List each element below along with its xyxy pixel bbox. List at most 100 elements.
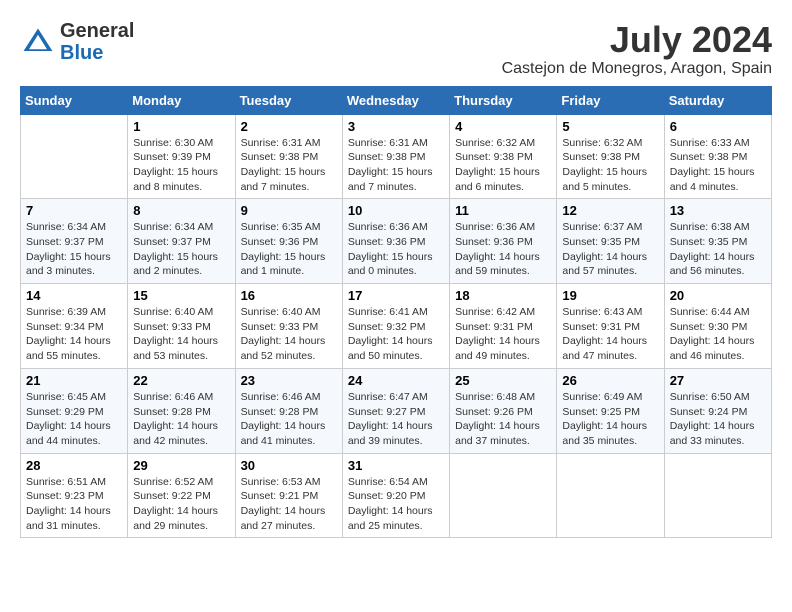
- day-number: 14: [26, 288, 122, 303]
- day-number: 20: [670, 288, 766, 303]
- day-number: 26: [562, 373, 658, 388]
- day-info: Sunrise: 6:35 AM Sunset: 9:36 PM Dayligh…: [241, 220, 337, 279]
- calendar-cell: 28Sunrise: 6:51 AM Sunset: 9:23 PM Dayli…: [21, 453, 128, 538]
- day-number: 27: [670, 373, 766, 388]
- page-header: General Blue July 2024 Castejon de Moneg…: [20, 20, 772, 78]
- calendar-cell: 7Sunrise: 6:34 AM Sunset: 9:37 PM Daylig…: [21, 199, 128, 284]
- calendar-cell: 17Sunrise: 6:41 AM Sunset: 9:32 PM Dayli…: [342, 284, 449, 369]
- calendar-cell: 1 Sunrise: 6:30 AM Sunset: 9:39 PM Daylig…: [128, 114, 235, 199]
- weekday-header-wednesday: Wednesday: [342, 86, 449, 114]
- day-info: Sunrise: 6:34 AM Sunset: 9:37 PM Dayligh…: [26, 220, 122, 279]
- day-info: Sunrise: 6:38 AM Sunset: 9:35 PM Dayligh…: [670, 220, 766, 279]
- day-number: 11: [455, 203, 551, 218]
- calendar-cell: 9 Sunrise: 6:35 AM Sunset: 9:36 PM Daylig…: [235, 199, 342, 284]
- calendar-cell: 22Sunrise: 6:46 AM Sunset: 9:28 PM Dayli…: [128, 368, 235, 453]
- calendar-cell: 16 Sunrise: 6:40 AM Sunset: 9:33 PM Dayli…: [235, 284, 342, 369]
- calendar-cell: 4 Sunrise: 6:32 AM Sunset: 9:38 PM Daylig…: [450, 114, 557, 199]
- day-number: 6: [670, 119, 766, 134]
- day-info: Sunrise: 6:37 AM Sunset: 9:35 PM Dayligh…: [562, 220, 658, 279]
- calendar-table: SundayMondayTuesdayWednesdayThursdayFrid…: [20, 86, 772, 539]
- calendar-cell: 20 Sunrise: 6:44 AM Sunset: 9:30 PM Dayli…: [664, 284, 771, 369]
- calendar-cell: 18 Sunrise: 6:42 AM Sunset: 9:31 PM Dayli…: [450, 284, 557, 369]
- weekday-header-sunday: Sunday: [21, 86, 128, 114]
- day-number: 29: [133, 458, 229, 473]
- day-number: 25: [455, 373, 551, 388]
- calendar-cell: [664, 453, 771, 538]
- calendar-cell: 23 Sunrise: 6:46 AM Sunset: 9:28 PM Dayli…: [235, 368, 342, 453]
- day-info: Sunrise: 6:43 AM Sunset: 9:31 PM Dayligh…: [562, 305, 658, 364]
- day-number: 31: [348, 458, 444, 473]
- calendar-week-row: 28Sunrise: 6:51 AM Sunset: 9:23 PM Dayli…: [21, 453, 772, 538]
- calendar-cell: 30Sunrise: 6:53 AM Sunset: 9:21 PM Dayli…: [235, 453, 342, 538]
- calendar-cell: 25 Sunrise: 6:48 AM Sunset: 9:26 PM Dayli…: [450, 368, 557, 453]
- day-info: Sunrise: 6:49 AM Sunset: 9:25 PM Dayligh…: [562, 390, 658, 449]
- weekday-header-monday: Monday: [128, 86, 235, 114]
- weekday-header-row: SundayMondayTuesdayWednesdayThursdayFrid…: [21, 86, 772, 114]
- calendar-body: 1 Sunrise: 6:30 AM Sunset: 9:39 PM Daylig…: [21, 114, 772, 538]
- day-number: 18: [455, 288, 551, 303]
- calendar-cell: 14 Sunrise: 6:39 AM Sunset: 9:34 PM Dayli…: [21, 284, 128, 369]
- logo-general: General: [60, 20, 134, 42]
- weekday-header-thursday: Thursday: [450, 86, 557, 114]
- day-info: Sunrise: 6:40 AM Sunset: 9:33 PM Dayligh…: [241, 305, 337, 364]
- day-info: Sunrise: 6:44 AM Sunset: 9:30 PM Dayligh…: [670, 305, 766, 364]
- day-number: 9: [241, 203, 337, 218]
- calendar-cell: 19 Sunrise: 6:43 AM Sunset: 9:31 PM Dayli…: [557, 284, 664, 369]
- weekday-header-tuesday: Tuesday: [235, 86, 342, 114]
- day-info: Sunrise: 6:33 AM Sunset: 9:38 PM Dayligh…: [670, 136, 766, 195]
- day-number: 13: [670, 203, 766, 218]
- calendar-cell: [450, 453, 557, 538]
- calendar-cell: 21Sunrise: 6:45 AM Sunset: 9:29 PM Dayli…: [21, 368, 128, 453]
- calendar-cell: 8 Sunrise: 6:34 AM Sunset: 9:37 PM Daylig…: [128, 199, 235, 284]
- calendar-cell: [557, 453, 664, 538]
- calendar-cell: 29 Sunrise: 6:52 AM Sunset: 9:22 PM Dayli…: [128, 453, 235, 538]
- day-number: 2: [241, 119, 337, 134]
- day-number: 16: [241, 288, 337, 303]
- day-number: 19: [562, 288, 658, 303]
- day-info: Sunrise: 6:32 AM Sunset: 9:38 PM Dayligh…: [455, 136, 551, 195]
- day-info: Sunrise: 6:47 AM Sunset: 9:27 PM Dayligh…: [348, 390, 444, 449]
- day-number: 4: [455, 119, 551, 134]
- logo-text: General Blue: [60, 20, 134, 64]
- location-title: Castejon de Monegros, Aragon, Spain: [502, 60, 772, 78]
- day-info: Sunrise: 6:39 AM Sunset: 9:34 PM Dayligh…: [26, 305, 122, 364]
- day-number: 10: [348, 203, 444, 218]
- day-info: Sunrise: 6:31 AM Sunset: 9:38 PM Dayligh…: [348, 136, 444, 195]
- calendar-week-row: 7Sunrise: 6:34 AM Sunset: 9:37 PM Daylig…: [21, 199, 772, 284]
- day-number: 24: [348, 373, 444, 388]
- day-info: Sunrise: 6:45 AM Sunset: 9:29 PM Dayligh…: [26, 390, 122, 449]
- day-info: Sunrise: 6:31 AM Sunset: 9:38 PM Dayligh…: [241, 136, 337, 195]
- month-title: July 2024: [502, 20, 772, 60]
- logo-blue: Blue: [60, 42, 103, 64]
- calendar-cell: 27Sunrise: 6:50 AM Sunset: 9:24 PM Dayli…: [664, 368, 771, 453]
- day-info: Sunrise: 6:46 AM Sunset: 9:28 PM Dayligh…: [241, 390, 337, 449]
- day-info: Sunrise: 6:52 AM Sunset: 9:22 PM Dayligh…: [133, 475, 229, 534]
- day-number: 12: [562, 203, 658, 218]
- day-info: Sunrise: 6:30 AM Sunset: 9:39 PM Dayligh…: [133, 136, 229, 195]
- calendar-cell: 15Sunrise: 6:40 AM Sunset: 9:33 PM Dayli…: [128, 284, 235, 369]
- day-info: Sunrise: 6:51 AM Sunset: 9:23 PM Dayligh…: [26, 475, 122, 534]
- calendar-cell: 24 Sunrise: 6:47 AM Sunset: 9:27 PM Dayli…: [342, 368, 449, 453]
- day-number: 5: [562, 119, 658, 134]
- day-info: Sunrise: 6:42 AM Sunset: 9:31 PM Dayligh…: [455, 305, 551, 364]
- calendar-header: SundayMondayTuesdayWednesdayThursdayFrid…: [21, 86, 772, 114]
- day-number: 8: [133, 203, 229, 218]
- calendar-cell: 3Sunrise: 6:31 AM Sunset: 9:38 PM Daylig…: [342, 114, 449, 199]
- title-block: July 2024 Castejon de Monegros, Aragon, …: [502, 20, 772, 78]
- calendar-cell: 12 Sunrise: 6:37 AM Sunset: 9:35 PM Dayli…: [557, 199, 664, 284]
- day-info: Sunrise: 6:36 AM Sunset: 9:36 PM Dayligh…: [455, 220, 551, 279]
- day-number: 17: [348, 288, 444, 303]
- calendar-cell: 26 Sunrise: 6:49 AM Sunset: 9:25 PM Dayli…: [557, 368, 664, 453]
- day-info: Sunrise: 6:32 AM Sunset: 9:38 PM Dayligh…: [562, 136, 658, 195]
- day-number: 22: [133, 373, 229, 388]
- calendar-cell: 11 Sunrise: 6:36 AM Sunset: 9:36 PM Dayli…: [450, 199, 557, 284]
- day-info: Sunrise: 6:54 AM Sunset: 9:20 PM Dayligh…: [348, 475, 444, 534]
- day-info: Sunrise: 6:36 AM Sunset: 9:36 PM Dayligh…: [348, 220, 444, 279]
- day-info: Sunrise: 6:34 AM Sunset: 9:37 PM Dayligh…: [133, 220, 229, 279]
- day-number: 1: [133, 119, 229, 134]
- logo: General Blue: [20, 20, 134, 64]
- calendar-week-row: 21Sunrise: 6:45 AM Sunset: 9:29 PM Dayli…: [21, 368, 772, 453]
- day-number: 30: [241, 458, 337, 473]
- day-number: 23: [241, 373, 337, 388]
- day-info: Sunrise: 6:48 AM Sunset: 9:26 PM Dayligh…: [455, 390, 551, 449]
